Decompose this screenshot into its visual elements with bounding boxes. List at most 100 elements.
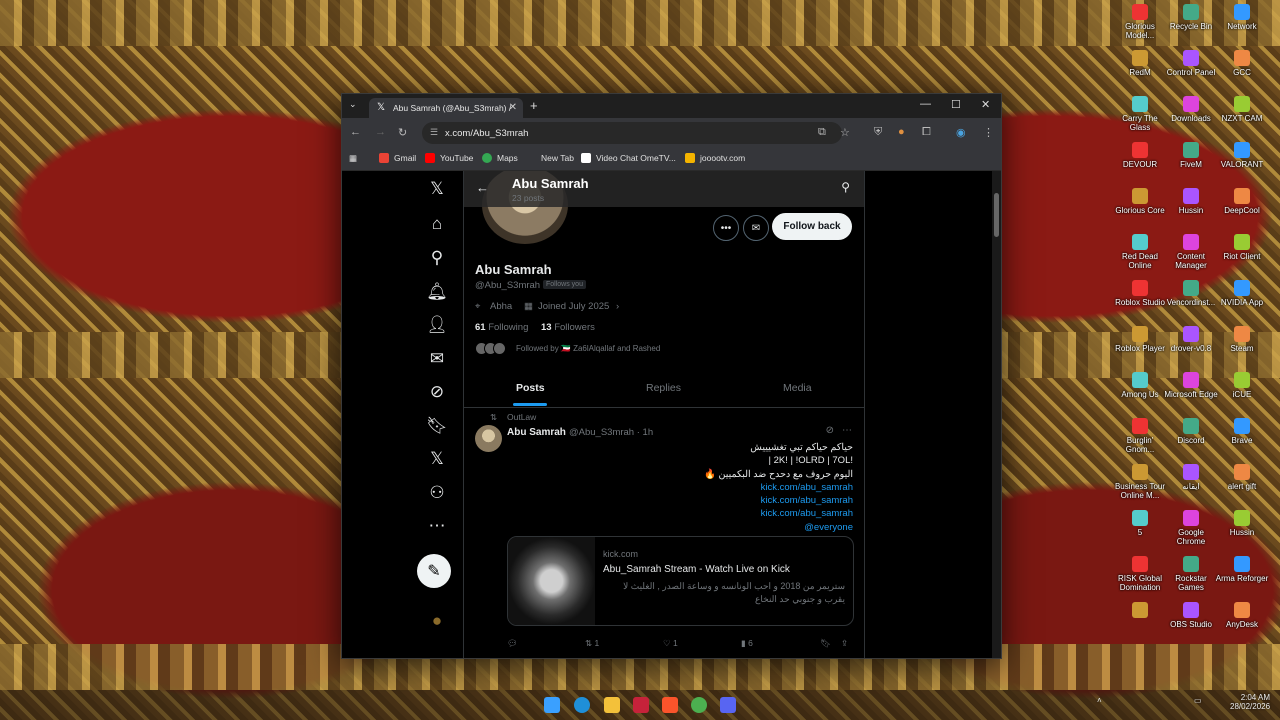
post-author[interactable]: Abu Samrah	[507, 427, 566, 438]
post[interactable]: ⇅ OutLaw Abu Samrah @Abu_S3mrah · 1h ⊘ ⋯…	[464, 408, 864, 658]
back-arrow-icon[interactable]: ←	[476, 180, 489, 195]
message-button[interactable]: ✉	[743, 215, 769, 241]
browser-tab[interactable]: 𝕏 Abu Samrah (@Abu_S3mrah) / ✕	[369, 98, 523, 118]
reply-button[interactable]: 💬︎	[507, 638, 518, 649]
desktop-icon[interactable]: Brave	[1215, 418, 1269, 445]
tab-search-icon[interactable]: ⌄	[349, 99, 357, 110]
premium-x-icon[interactable]: 𝕏	[424, 449, 450, 469]
repost-button[interactable]: ⇅ 1	[585, 638, 599, 649]
post-link[interactable]: kick.com/abu_samrah	[523, 507, 853, 520]
desktop-icon[interactable]: Hussin	[1164, 188, 1218, 215]
desktop-icon[interactable]: Hussin	[1215, 510, 1269, 537]
post-link[interactable]: kick.com/abu_samrah	[523, 494, 853, 507]
desktop-icon[interactable]: GCC	[1215, 50, 1269, 77]
install-app-icon[interactable]: ⧉	[818, 126, 826, 139]
clock[interactable]: 2:04 AM 28/02/2026	[1230, 693, 1270, 711]
following-link[interactable]: 61 Following	[475, 322, 528, 333]
link-preview-card[interactable]: kick.com Abu_Samrah Stream - Watch Live …	[507, 536, 854, 626]
file-explorer-icon[interactable]	[604, 697, 620, 713]
bookmark-new-tab[interactable]: New Tab	[541, 153, 574, 163]
network-icon[interactable]: ▭	[1194, 696, 1202, 705]
follow-back-button[interactable]: Follow back	[772, 213, 852, 240]
desktop-icon[interactable]: AnyDesk	[1215, 602, 1269, 629]
tray-chevron-icon[interactable]: ˄	[1097, 696, 1102, 705]
messages-icon[interactable]: ✉	[424, 349, 450, 369]
profile-avatar-icon[interactable]: ◉	[956, 126, 966, 139]
desktop-icon[interactable]: Red Dead Online	[1113, 234, 1167, 270]
desktop-icon[interactable]: Google Chrome	[1164, 510, 1218, 546]
back-button[interactable]: ←	[350, 126, 361, 138]
search-icon[interactable]: ⚲	[424, 248, 450, 268]
search-icon[interactable]: ⚲	[841, 180, 850, 194]
reposted-by[interactable]: OutLaw	[507, 412, 536, 422]
desktop-icon[interactable]: Steam	[1215, 326, 1269, 353]
minimize-button[interactable]: —	[920, 98, 931, 110]
desktop-icon[interactable]: drover-v0.8	[1164, 326, 1218, 353]
desktop-icon[interactable]: Riot Client	[1215, 234, 1269, 261]
desktop-icon[interactable]: alert gift	[1215, 464, 1269, 491]
tab-media[interactable]: Media	[783, 382, 812, 394]
desktop-icon[interactable]: Roblox Player	[1113, 326, 1167, 353]
desktop-icon[interactable]: Recycle Bin	[1164, 4, 1218, 31]
reload-button[interactable]: ↻	[398, 126, 407, 139]
forward-button[interactable]: →	[375, 126, 386, 138]
close-window-button[interactable]: ✕	[981, 98, 990, 111]
desktop-icon[interactable]: Glorious Core	[1113, 188, 1167, 215]
desktop-icon[interactable]: 5	[1113, 510, 1167, 537]
desktop-icon[interactable]: NVIDIA App	[1215, 280, 1269, 307]
extensions-puzzle-icon[interactable]: ⧠	[922, 126, 931, 139]
desktop-icon[interactable]: Vencordinst...	[1164, 280, 1218, 307]
profile-icon[interactable]: ⚇	[424, 483, 450, 503]
post-avatar[interactable]	[475, 425, 502, 452]
grok-icon[interactable]: ⊘	[424, 382, 450, 402]
brave-icon[interactable]	[662, 697, 678, 713]
followers-link[interactable]: 13 Followers	[541, 322, 595, 333]
tab-posts[interactable]: Posts	[516, 382, 545, 394]
home-icon[interactable]: ⌂	[424, 214, 450, 234]
bookmark-youtube[interactable]: YouTube	[425, 153, 473, 163]
x-logo-icon[interactable]: 𝕏	[424, 179, 450, 199]
more-options-button[interactable]: •••	[713, 215, 739, 241]
desktop-icon[interactable]: Burglin' Gnom...	[1113, 418, 1167, 454]
desktop-icon[interactable]: Network	[1215, 4, 1269, 31]
desktop-icon[interactable]: Discord	[1164, 418, 1218, 445]
desktop-icon[interactable]: Roblox Studio	[1113, 280, 1167, 307]
browser-menu-icon[interactable]: ⋮	[983, 126, 994, 139]
desktop-icon[interactable]: VALORANT	[1215, 142, 1269, 169]
views-button[interactable]: ▮ 6	[741, 638, 753, 649]
tab-replies[interactable]: Replies	[646, 382, 681, 394]
discord-icon[interactable]	[720, 697, 736, 713]
shield-extension-icon[interactable]: ⛨	[874, 126, 882, 139]
mention-link[interactable]: @everyone	[523, 521, 853, 534]
chevron-right-icon[interactable]: ›	[616, 301, 619, 312]
page-scrollbar[interactable]	[992, 171, 1001, 658]
post-handle-time[interactable]: @Abu_S3mrah · 1h	[569, 427, 653, 438]
maximize-button[interactable]: ☐	[951, 98, 961, 111]
account-avatar[interactable]: ●	[424, 611, 450, 631]
desktop-icon[interactable]: Rockstar Games	[1164, 556, 1218, 592]
app-icon[interactable]	[633, 697, 649, 713]
bookmark-gmail[interactable]: Gmail	[379, 153, 416, 163]
desktop-icon[interactable]: ايقانه	[1164, 464, 1218, 491]
bookmark-maps[interactable]: Maps	[482, 153, 518, 163]
desktop-icon[interactable]: Among Us	[1113, 372, 1167, 399]
new-tab-button[interactable]: +	[530, 98, 538, 113]
post-link[interactable]: kick.com/abu_samrah	[523, 481, 853, 494]
notifications-icon[interactable]: 🔔︎	[424, 282, 450, 302]
bookmark-button[interactable]: 🔖︎	[820, 638, 831, 649]
desktop-icon[interactable]: iCUE	[1215, 372, 1269, 399]
desktop-icon[interactable]: Control Panel	[1164, 50, 1218, 77]
address-bar[interactable]: ☰ x.com/Abu_S3mrah	[422, 122, 842, 144]
desktop-icon[interactable]: FiveM	[1164, 142, 1218, 169]
desktop-icon[interactable]: Arma Reforger	[1215, 556, 1269, 583]
desktop-icon[interactable]: Content Manager	[1164, 234, 1218, 270]
chrome-icon[interactable]	[691, 697, 707, 713]
edge-icon[interactable]	[574, 697, 590, 713]
scrollbar-thumb[interactable]	[994, 193, 999, 237]
followed-by[interactable]: Followed by 🇰🇼 Za6lAlqallaf and Rashed	[475, 342, 660, 355]
desktop-icon[interactable]: RISK Global Domination	[1113, 556, 1167, 592]
bookmarks-icon[interactable]: 🔖︎	[424, 416, 450, 436]
desktop-icon[interactable]: OBS Studio	[1164, 602, 1218, 629]
desktop-icon[interactable]: Glorious Model...	[1113, 4, 1167, 40]
close-tab-icon[interactable]: ✕	[509, 102, 517, 113]
